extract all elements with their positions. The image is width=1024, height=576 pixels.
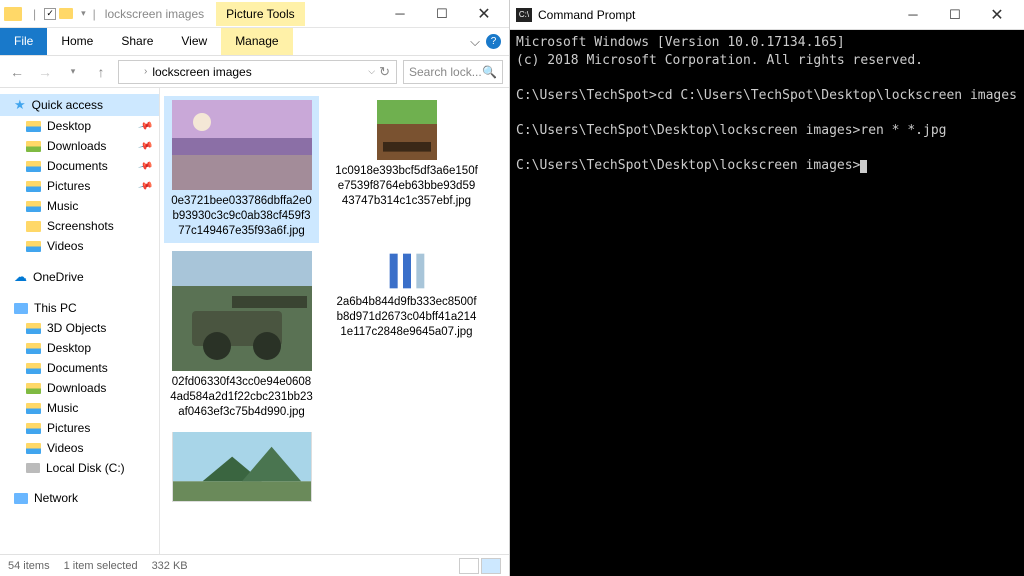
quick-access-header[interactable]: ★Quick access [0,94,159,116]
network-header[interactable]: Network [0,488,159,508]
up-button[interactable]: ↑ [90,61,112,83]
path-folder-icon [125,66,139,77]
pc-icon [14,303,28,314]
ribbon-expand-icon[interactable]: ⌵ [470,34,480,50]
separator: | [93,7,96,21]
navigation-pane[interactable]: ★Quick access Desktop📌 Downloads📌 Docume… [0,88,160,554]
file-item[interactable] [164,428,319,510]
chevron-right-icon: › [144,66,147,77]
status-bar: 54 items 1 item selected 332 KB [0,554,509,576]
cmd-close-button[interactable]: ✕ [976,1,1018,29]
nav-pictures-pc[interactable]: Pictures [0,418,159,438]
pin-icon: 📌 [137,138,153,154]
folder-small-icon [59,8,73,19]
file-item[interactable]: 0e3721bee033786dbffa2e0b93930c3c9c0ab38c… [164,96,319,243]
close-button[interactable]: ✕ [463,0,505,28]
cmd-window-title: Command Prompt [538,8,635,22]
file-name: 1c0918e393bcf5df3a6e150fe7539f8764eb63bb… [333,164,480,209]
forward-button[interactable]: → [34,61,56,83]
cmd-icon: C:\ [516,8,532,22]
refresh-icon[interactable]: ↻ [379,64,390,80]
cmd-minimize-button[interactable]: ─ [892,1,934,29]
file-name: 2a6b4b844d9fb333ec8500fb8d971d2673c04bff… [333,295,480,340]
file-item[interactable]: 02fd06330f43cc0e94e06084ad584a2d1f22cbc2… [164,247,319,424]
folder-icon [4,7,22,21]
thumbnail-view-button[interactable] [481,558,501,574]
manage-tab[interactable]: Manage [221,28,292,55]
cloud-icon: ☁ [14,269,27,285]
qat-checkbox[interactable]: ✓ [44,8,56,20]
nav-desktop[interactable]: Desktop📌 [0,116,159,136]
picture-tools-tab[interactable]: Picture Tools [216,2,304,26]
selected-count: 1 item selected [64,560,138,572]
nav-pictures[interactable]: Pictures📌 [0,176,159,196]
path-dropdown-icon[interactable]: ⌵ [368,66,375,77]
help-icon[interactable]: ? [486,34,501,49]
file-item[interactable]: 2a6b4b844d9fb333ec8500fb8d971d2673c04bff… [329,247,484,424]
nav-music[interactable]: Music [0,196,159,216]
network-icon [14,493,28,504]
thumbnail [337,100,477,160]
cursor [860,160,867,173]
address-path[interactable]: › lockscreen images ⌵ ↻ [118,60,397,84]
minimize-button[interactable]: ─ [379,0,421,28]
thumbnail [172,100,312,190]
address-bar: ← → ▾ ↑ › lockscreen images ⌵ ↻ Search l… [0,56,509,88]
recent-dropdown[interactable]: ▾ [62,61,84,83]
command-prompt-window: C:\ Command Prompt ─ ☐ ✕ Microsoft Windo… [510,0,1024,576]
star-icon: ★ [14,97,26,113]
nav-videos-pc[interactable]: Videos [0,438,159,458]
cmd-titlebar[interactable]: C:\ Command Prompt ─ ☐ ✕ [510,0,1024,30]
nav-desktop-pc[interactable]: Desktop [0,338,159,358]
back-button[interactable]: ← [6,61,28,83]
thumbnail [172,432,312,502]
ribbon: File Home Share View Manage ⌵ ? [0,28,509,56]
nav-3dobjects[interactable]: 3D Objects [0,318,159,338]
file-content-area[interactable]: 0e3721bee033786dbffa2e0b93930c3c9c0ab38c… [160,88,509,554]
item-count: 54 items [8,560,50,572]
search-input[interactable]: Search lock... 🔍 [403,60,503,84]
view-tab[interactable]: View [167,28,221,55]
nav-screenshots[interactable]: Screenshots [0,216,159,236]
explorer-titlebar[interactable]: | ✓ ▾ | lockscreen images Picture Tools … [0,0,509,28]
nav-localdisk[interactable]: Local Disk (C:) [0,458,159,478]
nav-documents[interactable]: Documents📌 [0,156,159,176]
onedrive-header[interactable]: ☁OneDrive [0,266,159,288]
details-view-button[interactable] [459,558,479,574]
selected-size: 332 KB [152,560,188,572]
file-name: 0e3721bee033786dbffa2e0b93930c3c9c0ab38c… [168,194,315,239]
thispc-header[interactable]: This PC [0,298,159,318]
maximize-button[interactable]: ☐ [421,0,463,28]
window-title: lockscreen images [105,7,204,21]
share-tab[interactable]: Share [107,28,167,55]
search-placeholder: Search lock... [409,65,482,79]
nav-music-pc[interactable]: Music [0,398,159,418]
home-tab[interactable]: Home [47,28,107,55]
separator: | [33,7,36,21]
qat-dropdown-icon[interactable]: ▾ [81,8,86,19]
nav-documents-pc[interactable]: Documents [0,358,159,378]
breadcrumb[interactable]: lockscreen images [152,65,251,79]
cmd-maximize-button[interactable]: ☐ [934,1,976,29]
pin-icon: 📌 [137,118,153,134]
file-item[interactable]: 1c0918e393bcf5df3a6e150fe7539f8764eb63bb… [329,96,484,243]
thumbnail [172,251,312,371]
disk-icon [26,463,40,473]
search-icon[interactable]: 🔍 [482,65,497,79]
file-name: 02fd06330f43cc0e94e06084ad584a2d1f22cbc2… [168,375,315,420]
thumbnail [337,251,477,291]
pin-icon: 📌 [137,178,153,194]
pin-icon: 📌 [137,158,153,174]
nav-downloads[interactable]: Downloads📌 [0,136,159,156]
file-tab[interactable]: File [0,28,47,55]
explorer-window: | ✓ ▾ | lockscreen images Picture Tools … [0,0,510,576]
cmd-terminal[interactable]: Microsoft Windows [Version 10.0.17134.16… [510,30,1024,576]
nav-videos[interactable]: Videos [0,236,159,256]
nav-downloads-pc[interactable]: Downloads [0,378,159,398]
